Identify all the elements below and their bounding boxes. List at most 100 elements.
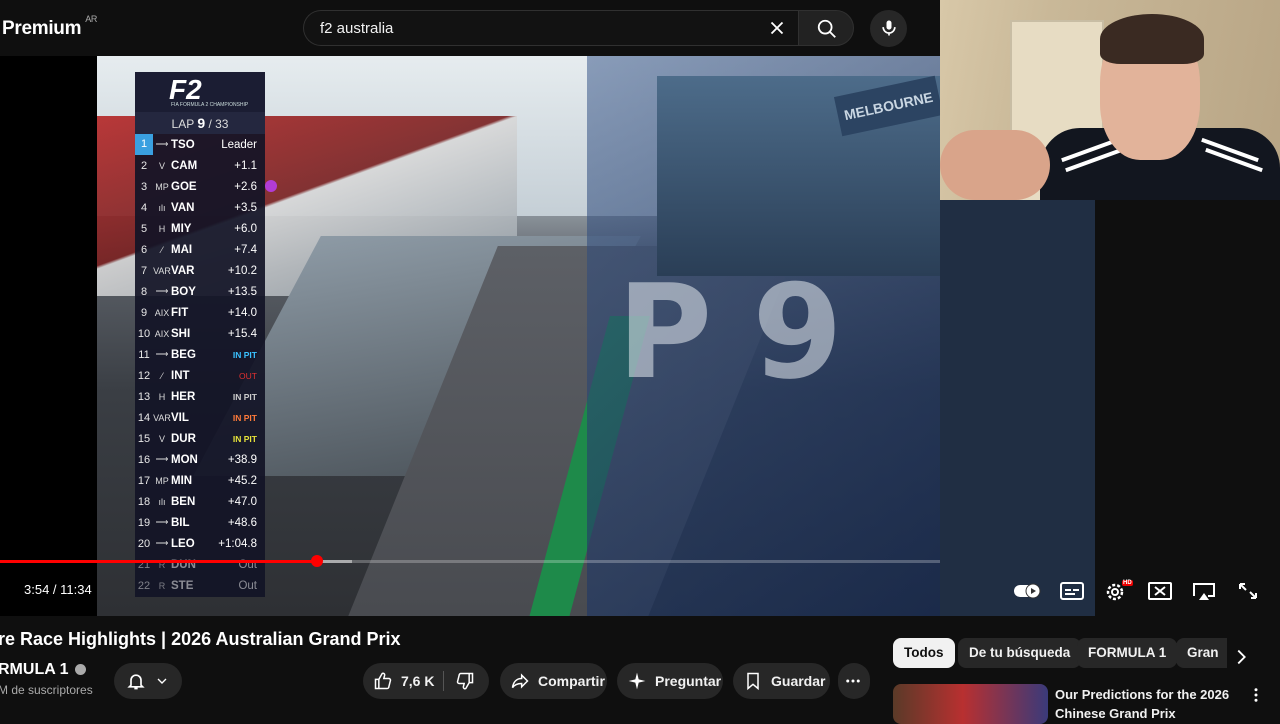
driver-code: MAI bbox=[171, 243, 193, 256]
team-logo-icon: ⟶ bbox=[155, 139, 169, 149]
hd-badge: HD bbox=[1122, 580, 1133, 586]
team-logo-icon: VAR bbox=[153, 265, 171, 276]
driver-gap: OUT bbox=[239, 370, 257, 381]
team-logo-icon: ılı bbox=[158, 202, 166, 213]
row-position: 15 bbox=[137, 432, 151, 445]
fullscreen-button[interactable] bbox=[1234, 578, 1262, 604]
team-logo-icon: ⟶ bbox=[155, 454, 169, 464]
lap-current: 9 bbox=[197, 115, 206, 131]
ask-button[interactable]: Preguntar bbox=[617, 663, 723, 699]
position-graphic: P9 bbox=[617, 256, 883, 408]
chip-from-search[interactable]: De tu búsqueda bbox=[958, 638, 1082, 668]
row-position: 7 bbox=[140, 264, 148, 277]
driver-gap: IN PIT bbox=[232, 391, 257, 402]
search-button[interactable] bbox=[798, 10, 854, 46]
row-position: 19 bbox=[137, 516, 151, 529]
row-position: 6 bbox=[140, 243, 148, 256]
driver-gap: IN PIT bbox=[232, 412, 257, 423]
thumbs-down-icon bbox=[456, 672, 474, 690]
lap-total: / 33 bbox=[208, 117, 229, 131]
driver-code: TSO bbox=[171, 138, 195, 151]
chip-gran[interactable]: Gran bbox=[1176, 638, 1227, 668]
row-position: 1 bbox=[135, 134, 153, 155]
channel-name-text: RMULA 1 bbox=[0, 661, 69, 678]
row-position: 13 bbox=[137, 390, 151, 403]
driver-code: HER bbox=[171, 390, 196, 403]
standings-row: 22 R STE Out bbox=[135, 575, 265, 596]
driver-code: VAN bbox=[171, 201, 195, 214]
subscription-bell-button[interactable] bbox=[114, 663, 182, 699]
driver-gap: +45.2 bbox=[227, 474, 257, 487]
expand-icon bbox=[1239, 583, 1257, 599]
driver-code: BIL bbox=[171, 516, 190, 529]
driver-gap: IN PIT bbox=[232, 433, 257, 444]
dislike-button[interactable] bbox=[445, 663, 489, 699]
row-position: 4 bbox=[140, 201, 148, 214]
video-player[interactable]: MELBOURNE P9 F2 FIA FORMULA 2 CHAMPIONSH… bbox=[0, 56, 940, 616]
driver-code: STE bbox=[171, 579, 194, 592]
driver-code: MIN bbox=[171, 474, 193, 487]
driver-code: INT bbox=[171, 369, 190, 382]
team-logo-icon: H bbox=[158, 391, 166, 402]
bell-icon bbox=[127, 674, 145, 690]
team-logo-icon: V bbox=[158, 160, 165, 171]
more-horizontal-icon bbox=[846, 679, 860, 683]
driver-gap: Out bbox=[238, 579, 257, 592]
channel-name[interactable]: RMULA 1 bbox=[0, 661, 86, 679]
progress-played[interactable] bbox=[0, 560, 317, 563]
standings-row: 15 V DUR IN PIT bbox=[135, 428, 265, 449]
chevron-right-icon[interactable] bbox=[1230, 646, 1252, 668]
row-position: 5 bbox=[140, 222, 148, 235]
driver-gap: +38.9 bbox=[227, 453, 257, 466]
row-position: 16 bbox=[137, 453, 151, 466]
cast-button[interactable] bbox=[1190, 578, 1218, 604]
like-button[interactable]: 7,6 K bbox=[363, 663, 443, 699]
autoplay-toggle[interactable] bbox=[1013, 578, 1041, 604]
team-logo-icon: ⟶ bbox=[155, 286, 169, 296]
scrubber-handle[interactable] bbox=[310, 555, 323, 567]
voice-search-button[interactable] bbox=[870, 10, 907, 47]
standings-row: 4 ılı VAN +3.5 bbox=[135, 197, 265, 218]
youtube-premium-logo[interactable]: Premium AR bbox=[2, 14, 97, 40]
save-button[interactable]: Guardar bbox=[733, 663, 830, 699]
row-position: 2 bbox=[140, 159, 148, 172]
miniplayer-icon bbox=[1148, 582, 1172, 600]
lap-counter: LAP 9 / 33 bbox=[135, 112, 265, 134]
search-input[interactable]: f2 australia bbox=[320, 20, 393, 37]
chip-all[interactable]: Todos bbox=[893, 638, 955, 668]
driver-code: MIY bbox=[171, 222, 192, 235]
recommendation-thumbnail[interactable] bbox=[893, 684, 1048, 724]
clear-search-icon[interactable] bbox=[766, 17, 788, 39]
ask-label: Preguntar bbox=[655, 673, 722, 689]
chip-formula-1[interactable]: FORMULA 1 bbox=[1077, 638, 1178, 668]
row-position: 20 bbox=[137, 537, 151, 550]
driver-gap: +15.4 bbox=[227, 327, 257, 340]
team-logo-icon: ⁄ bbox=[161, 370, 163, 381]
verified-icon bbox=[74, 664, 86, 675]
bookmark-icon bbox=[747, 672, 759, 691]
standings-row: 1 ⟶ TSO Leader bbox=[135, 134, 265, 155]
standings-row: 19 ⟶ BIL +48.6 bbox=[135, 512, 265, 533]
driver-gap: +3.5 bbox=[234, 201, 257, 214]
driver-code: VAR bbox=[171, 264, 195, 277]
share-button[interactable]: Compartir bbox=[500, 663, 607, 699]
driver-code: CAM bbox=[171, 159, 198, 172]
driver-gap: +1:04.8 bbox=[218, 537, 257, 550]
cast-icon bbox=[1193, 583, 1215, 600]
search-box[interactable]: f2 australia bbox=[303, 10, 798, 46]
driver-code: FIT bbox=[171, 306, 189, 319]
team-logo-icon: ⟶ bbox=[155, 517, 169, 527]
like-separator bbox=[443, 671, 444, 691]
driver-code: DUR bbox=[171, 432, 196, 445]
driver-gap: +47.0 bbox=[227, 495, 257, 508]
standings-row: 3 MP GOE +2.6 bbox=[135, 176, 277, 197]
presenter-hair bbox=[1100, 14, 1204, 64]
miniplayer-button[interactable] bbox=[1146, 578, 1174, 604]
more-actions-button[interactable] bbox=[838, 663, 870, 699]
subtitles-button[interactable] bbox=[1058, 578, 1086, 604]
more-vertical-icon[interactable] bbox=[1247, 686, 1265, 704]
recommendation-title[interactable]: Our Predictions for the 2026 Chinese Gra… bbox=[1055, 685, 1235, 723]
time-display: 3:54 / 11:34 bbox=[24, 582, 92, 597]
standings-row: 11 ⟶ BEG IN PIT bbox=[135, 344, 265, 365]
team-logo-icon: ılı bbox=[158, 496, 166, 507]
